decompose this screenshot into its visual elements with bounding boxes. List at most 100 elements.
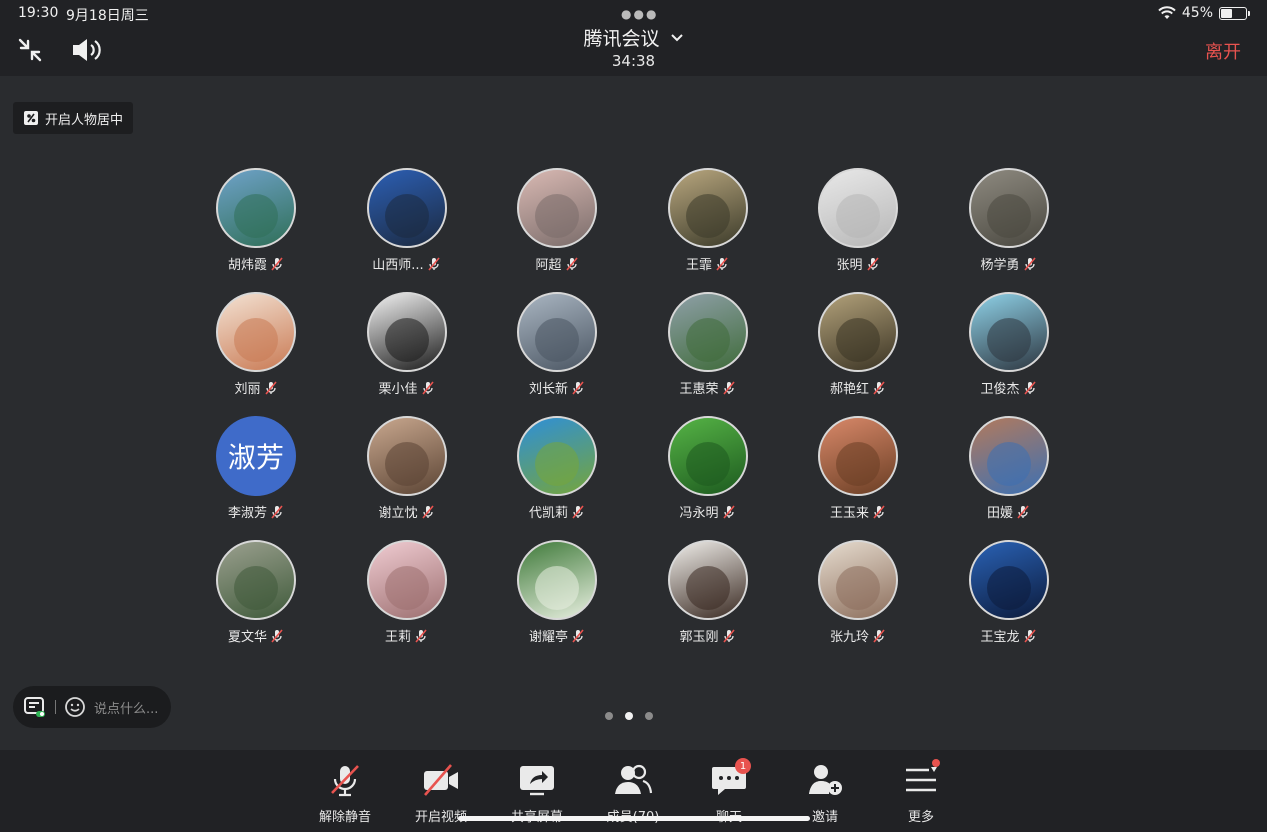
divider xyxy=(55,700,56,714)
notification-dot xyxy=(932,759,940,767)
participant-tile[interactable]: 谢耀亭 xyxy=(482,540,632,645)
chat-input-bar[interactable]: 说点什么... xyxy=(13,686,171,728)
mic-muted-icon xyxy=(722,504,736,519)
avatar xyxy=(216,292,296,372)
avatar xyxy=(216,540,296,620)
more-button[interactable]: 更多 xyxy=(881,759,961,825)
meeting-title-text: 腾讯会议 xyxy=(583,28,660,50)
participant-tile[interactable]: 王玉来 xyxy=(783,416,933,521)
participant-tile[interactable]: 卫俊杰 xyxy=(934,292,1084,397)
participant-name-row: 谢立忱 xyxy=(332,502,482,521)
drag-handle-dots[interactable]: ●●● xyxy=(621,7,658,21)
mic-muted-icon xyxy=(421,380,435,395)
participant-name: 胡炜霞 xyxy=(227,258,267,273)
participant-name: 王宝龙 xyxy=(980,630,1020,645)
share-screen-icon xyxy=(520,766,554,796)
participant-tile[interactable]: 杨学勇 xyxy=(934,168,1084,273)
participant-tile[interactable]: 王莉 xyxy=(332,540,482,645)
mic-muted-icon xyxy=(715,256,729,271)
participant-name: 冯永明 xyxy=(679,506,719,521)
participant-name-row: 田媛 xyxy=(934,502,1084,521)
mic-muted-icon xyxy=(414,628,428,643)
participant-tile[interactable]: 郝艳红 xyxy=(783,292,933,397)
avatar: 淑芳 xyxy=(216,416,296,496)
participant-name: 卫俊杰 xyxy=(980,382,1020,397)
chevron-down-icon xyxy=(670,32,684,47)
participant-tile[interactable]: 王宝龙 xyxy=(934,540,1084,645)
avatar xyxy=(818,540,898,620)
participant-tile[interactable]: 夏文华 xyxy=(181,540,331,645)
page-indicator[interactable] xyxy=(605,712,653,720)
avatar-image-shape xyxy=(535,194,579,238)
participant-name-row: 冯永明 xyxy=(633,502,783,521)
participant-tile[interactable]: 山西师... xyxy=(332,168,482,273)
unmute-button[interactable]: 解除静音 xyxy=(305,762,385,825)
participant-tile[interactable]: 王惠荣 xyxy=(633,292,783,397)
participant-tile[interactable]: 王霏 xyxy=(633,168,783,273)
participant-tile[interactable]: 张明 xyxy=(783,168,933,273)
participant-tile[interactable]: 淑芳 李淑芳 xyxy=(181,416,331,521)
emoji-icon[interactable] xyxy=(64,696,86,718)
portrait-center-button[interactable]: 开启人物居中 xyxy=(13,102,134,134)
participant-tile[interactable]: 张九玲 xyxy=(783,540,933,645)
participant-name: 阿超 xyxy=(535,258,562,273)
participant-tile[interactable]: 刘丽 xyxy=(181,292,331,397)
participant-name: 郭玉刚 xyxy=(679,630,719,645)
leave-button[interactable]: 离开 xyxy=(1205,38,1241,64)
mic-muted-icon xyxy=(270,504,284,519)
participant-tile[interactable]: 代凯莉 xyxy=(482,416,632,521)
participant-tile[interactable]: 谢立忱 xyxy=(332,416,482,521)
mic-muted-icon xyxy=(872,380,886,395)
mic-muted-icon xyxy=(270,628,284,643)
participant-name-row: 张九玲 xyxy=(783,626,933,645)
participant-name: 王霏 xyxy=(685,258,712,273)
wifi-icon xyxy=(1158,6,1176,19)
participant-name-row: 王宝龙 xyxy=(934,626,1084,645)
mic-muted-icon xyxy=(722,628,736,643)
participant-name: 山西师... xyxy=(372,258,424,273)
page-dot[interactable] xyxy=(605,712,613,720)
mic-muted-icon xyxy=(270,256,284,271)
avatar-image-shape xyxy=(986,318,1031,362)
caption-icon[interactable] xyxy=(23,696,47,718)
participant-name: 王莉 xyxy=(384,630,411,645)
participant-tile[interactable]: 冯永明 xyxy=(633,416,783,521)
avatar-image-shape xyxy=(535,566,579,610)
mic-muted-icon xyxy=(722,380,736,395)
home-indicator[interactable] xyxy=(458,816,810,821)
participant-tile[interactable]: 田媛 xyxy=(934,416,1084,521)
participant-name-row: 郝艳红 xyxy=(783,378,933,397)
mic-muted-icon xyxy=(331,765,359,797)
avatar xyxy=(517,540,597,620)
mic-muted-icon xyxy=(571,380,585,395)
avatar-image-shape xyxy=(535,442,579,486)
participant-name: 代凯莉 xyxy=(528,506,568,521)
participant-name: 谢耀亭 xyxy=(528,630,568,645)
battery-icon xyxy=(1219,6,1250,20)
page-dot[interactable] xyxy=(625,712,633,720)
avatar-image-shape xyxy=(836,194,880,238)
avatar xyxy=(366,416,447,496)
mic-muted-icon xyxy=(1023,628,1037,643)
chat-badge: 1 xyxy=(735,758,751,774)
participant-name-row: 王惠荣 xyxy=(633,378,783,397)
participant-tile[interactable]: 栗小佳 xyxy=(332,292,482,397)
participant-tile[interactable]: 胡炜霞 xyxy=(181,168,331,273)
avatar-image-shape xyxy=(384,566,429,610)
participant-tile[interactable]: 刘长新 xyxy=(482,292,632,397)
avatar xyxy=(818,168,898,248)
avatar-image-shape xyxy=(234,566,278,610)
participant-name: 张九玲 xyxy=(829,630,869,645)
participant-name-row: 郭玉刚 xyxy=(633,626,783,645)
participant-name: 田媛 xyxy=(986,506,1013,521)
avatar xyxy=(517,292,597,372)
participant-name-row: 卫俊杰 xyxy=(934,378,1084,397)
avatar-image-shape xyxy=(685,442,730,486)
participant-name-row: 山西师... xyxy=(332,254,482,273)
page-dot[interactable] xyxy=(645,712,653,720)
avatar xyxy=(968,416,1049,496)
meeting-title[interactable]: 腾讯会议 xyxy=(0,24,1267,51)
participant-tile[interactable]: 阿超 xyxy=(482,168,632,273)
status-date: 9月18日周三 xyxy=(66,8,149,24)
participant-tile[interactable]: 郭玉刚 xyxy=(633,540,783,645)
